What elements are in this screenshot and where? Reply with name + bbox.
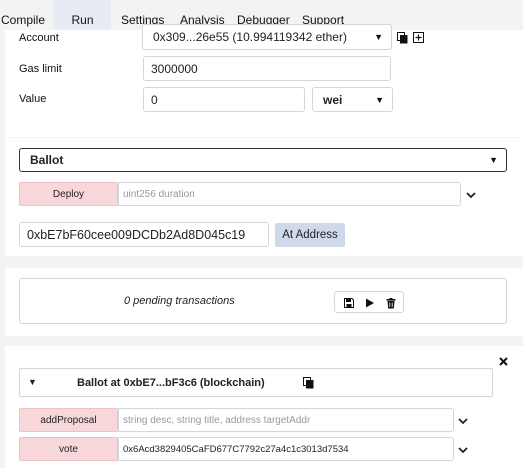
caret-down-icon[interactable]: ▼ [28,377,37,387]
unit-select[interactable]: wei ▼ [312,87,393,112]
contract-panel: Ballot ▼ Deploy uint256 duration 0xbE7bF… [5,138,523,256]
copy-icon[interactable] [302,376,314,389]
tab-run[interactable]: Run [54,0,111,30]
instance-title: Ballot at 0xbE7...bF3c6 (blockchain) [77,377,265,389]
chevron-down-icon: ▼ [489,155,498,165]
recorder-toolbar [334,291,404,313]
deploy-args-input[interactable]: uint256 duration [118,182,461,206]
at-address-input[interactable]: 0xbE7bF60cee009DCDb2Ad8D045c19 [19,222,269,247]
gas-limit-label: Gas limit [19,63,62,75]
chevron-down-icon[interactable] [457,415,469,427]
add-proposal-input[interactable]: string desc, string title, address targe… [118,408,454,432]
play-icon[interactable] [364,297,376,309]
chevron-down-icon: ▼ [374,32,383,42]
deploy-button[interactable]: Deploy [19,182,118,206]
copy-icon[interactable] [396,31,408,44]
pending-transactions-box: 0 pending transactions [19,278,507,324]
chevron-down-icon[interactable] [465,189,477,201]
account-select[interactable]: 0x309...26e55 (10.994119342 ether) ▼ [142,24,392,50]
save-icon[interactable] [343,297,355,309]
chevron-down-icon: ▼ [375,94,384,105]
instances-panel: ▼ Ballot at 0xbE7...bF3c6 (blockchain) a… [5,346,523,468]
deploy-args-placeholder: uint256 duration [123,188,195,200]
at-address-button[interactable]: At Address [275,223,345,247]
vote-button[interactable]: vote [19,437,118,461]
instance-header[interactable]: ▼ Ballot at 0xbE7...bF3c6 (blockchain) [19,368,493,397]
environment-panel: Account 0x309...26e55 (10.994119342 ethe… [5,24,523,137]
close-icon[interactable] [498,356,508,366]
account-value: 0x309...26e55 (10.994119342 ether) [153,30,347,44]
contract-select[interactable]: Ballot ▼ [19,148,507,172]
gas-limit-input[interactable]: 3000000 [143,56,391,81]
pending-transactions-text: 0 pending transactions [124,295,235,307]
tab-compile[interactable]: Compile [1,0,45,30]
contract-name: Ballot [30,153,64,167]
add-proposal-button[interactable]: addProposal [19,408,118,432]
value-input[interactable]: 0 [143,87,305,112]
value-label: Value [19,93,47,105]
account-label: Account [19,32,59,44]
vote-input[interactable]: 0x6Acd3829405CaFD677C7792c27a4c1c3013d75… [118,437,454,461]
trash-icon[interactable] [385,297,397,309]
unit-value: wei [323,92,343,107]
transactions-panel: 0 pending transactions [5,268,523,336]
chevron-down-icon[interactable] [457,444,469,456]
plus-square-icon[interactable] [412,31,424,43]
add-proposal-placeholder: string desc, string title, address targe… [123,414,311,426]
